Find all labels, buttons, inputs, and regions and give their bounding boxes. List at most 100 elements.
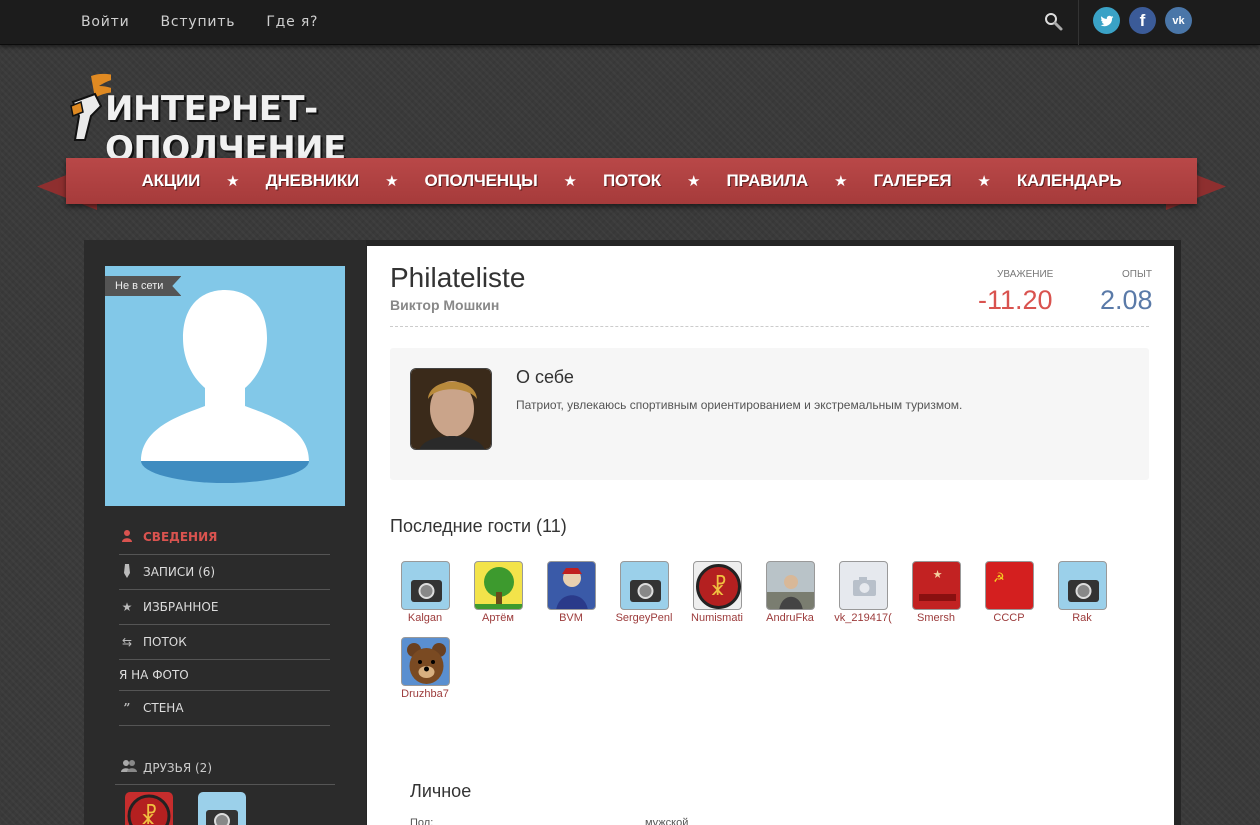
star-icon: ★ — [226, 173, 240, 190]
twitter-icon[interactable] — [1093, 7, 1120, 34]
nav-calendar[interactable]: КАЛЕНДАРЬ — [1017, 171, 1122, 191]
nav-members[interactable]: ОПОЛЧЕНЦЫ — [425, 171, 538, 191]
svg-text:★: ★ — [932, 569, 942, 581]
friends-icon — [121, 760, 137, 775]
friends-title[interactable]: ДРУЗЬЯ (2) — [121, 760, 212, 775]
star-icon: ★ — [686, 173, 701, 190]
logo-text: ИНТЕРНЕТ-ОПОЛЧЕНИЕ — [105, 89, 346, 169]
menu-wall-label: СТЕНА — [143, 701, 184, 715]
guest-avatar — [400, 637, 450, 686]
guest-avatar — [473, 561, 523, 610]
guest-item[interactable]: ☧ Numismati — [687, 561, 747, 624]
menu-info[interactable]: СВЕДЕНИЯ — [119, 520, 330, 555]
guest-item[interactable]: Rak — [1052, 561, 1112, 624]
menu-posts[interactable]: ЗАПИСИ (6) — [119, 555, 330, 590]
svg-text:☧: ☧ — [709, 574, 726, 601]
real-name: Виктор Мошкин — [390, 297, 500, 313]
menu-stream-label: ПОТОК — [143, 635, 187, 649]
menu-stream[interactable]: ⇆ ПОТОК — [119, 625, 330, 660]
profile-avatar[interactable]: Не в сети — [105, 266, 345, 506]
star-icon: ★ — [563, 173, 577, 190]
friend-avatar[interactable]: ☧ — [125, 792, 173, 825]
menu-favorites-label: ИЗБРАННОЕ — [143, 600, 219, 614]
friends-title-label: ДРУЗЬЯ (2) — [143, 760, 212, 775]
guest-item[interactable]: ★ Smersh — [906, 561, 966, 624]
guest-item[interactable]: Артём — [468, 561, 528, 624]
main-nav-ribbon: АКЦИИ ★ ДНЕВНИКИ ★ ОПОЛЧЕНЦЫ ★ ПОТОК ★ П… — [66, 158, 1197, 204]
guest-item[interactable]: Druzhba7 — [395, 637, 455, 700]
guest-item[interactable]: vk_219417( — [833, 561, 893, 624]
guest-avatar: ☭ — [984, 561, 1034, 610]
guest-name: Numismati — [691, 612, 743, 624]
guest-name: Druzhba7 — [401, 688, 449, 700]
site-logo[interactable]: ИНТЕРНЕТ-ОПОЛЧЕНИЕ — [65, 72, 555, 169]
star-icon: ★ — [385, 173, 399, 190]
respect-value: -11.20 — [978, 285, 1053, 315]
star-icon: ★ — [977, 173, 991, 190]
nav-stream[interactable]: ПОТОК — [603, 171, 661, 191]
facebook-icon[interactable]: f — [1129, 7, 1156, 34]
gender-label: Пол: — [410, 817, 434, 825]
guest-avatar — [838, 561, 888, 610]
experience-label: ОПЫТ — [1122, 269, 1152, 280]
register-link[interactable]: Вступить — [161, 14, 236, 30]
guest-name: Kalgan — [407, 612, 443, 624]
user-icon — [119, 529, 135, 545]
nav-diaries[interactable]: ДНЕВНИКИ — [266, 171, 360, 191]
where-am-i-link[interactable]: Где я? — [266, 14, 318, 30]
guests-title: Последние гости (11) — [390, 516, 567, 536]
guest-avatar — [1057, 561, 1107, 610]
menu-favorites[interactable]: ★ ИЗБРАННОЕ — [119, 590, 330, 625]
vk-icon[interactable]: vk — [1165, 7, 1192, 34]
gender-value: мужской — [645, 817, 689, 825]
guest-avatar — [765, 561, 815, 610]
top-bar: Войти Вступить Где я? f vk — [0, 0, 1260, 45]
guest-item[interactable]: AndruFka — [760, 561, 820, 624]
guest-item[interactable]: ☭ СССР — [979, 561, 1039, 624]
quote-icon: ” — [123, 701, 131, 715]
guest-name: vk_219417( — [834, 612, 892, 624]
divider — [115, 784, 335, 785]
retweet-icon: ⇆ — [121, 635, 133, 649]
menu-wall[interactable]: ” СТЕНА — [119, 691, 330, 726]
profile-menu: СВЕДЕНИЯ ЗАПИСИ (6) ★ ИЗБРАННОЕ ⇆ ПОТОК … — [119, 520, 330, 726]
about-photo[interactable] — [410, 368, 492, 450]
friend-avatar[interactable] — [198, 792, 246, 825]
menu-photos-of-me[interactable]: Я НА ФОТО — [119, 660, 330, 691]
pen-icon — [119, 563, 135, 581]
divider — [1078, 0, 1079, 45]
menu-posts-label: ЗАПИСИ (6) — [143, 565, 216, 579]
about-card: О себе Патриот, увлекаюсь спортивным ори… — [390, 348, 1149, 480]
guest-name: Smersh — [917, 612, 955, 624]
page-title: Philateliste — [390, 262, 526, 293]
about-text: Патриот, увлекаюсь спортивным ориентиров… — [516, 398, 963, 412]
guest-item[interactable]: SergeyPenl — [614, 561, 674, 624]
svg-text:☭: ☭ — [993, 571, 1005, 586]
guest-item[interactable]: BVM — [541, 561, 601, 624]
guest-name: Rak — [1072, 612, 1092, 624]
guest-name: BVM — [559, 612, 583, 624]
guest-name: Артём — [482, 612, 514, 624]
personal-title: Личное — [410, 781, 472, 801]
respect-label: УВАЖЕНИЕ — [997, 269, 1054, 280]
divider — [390, 326, 1149, 327]
star-icon: ★ — [834, 173, 848, 190]
guest-name: AndruFka — [766, 612, 814, 624]
nav-rules[interactable]: ПРАВИЛА — [726, 171, 808, 191]
guest-name: СССР — [993, 612, 1025, 624]
main-nav: АКЦИИ ★ ДНЕВНИКИ ★ ОПОЛЧЕНЦЫ ★ ПОТОК ★ П… — [66, 158, 1197, 204]
guest-avatar: ★ — [911, 561, 961, 610]
guest-item[interactable]: Kalgan — [395, 561, 455, 624]
nav-actions[interactable]: АКЦИИ — [142, 171, 201, 191]
search-icon[interactable] — [1043, 11, 1065, 33]
guest-avatar — [400, 561, 450, 610]
guest-name: SergeyPenl — [615, 612, 673, 624]
login-link[interactable]: Войти — [81, 14, 130, 30]
star-icon: ★ — [121, 600, 133, 614]
status-badge: Не в сети — [105, 276, 182, 296]
experience-value: 2.08 — [1100, 285, 1153, 315]
menu-info-label: СВЕДЕНИЯ — [143, 530, 218, 544]
menu-photos-label: Я НА ФОТО — [119, 668, 189, 682]
guest-avatar — [619, 561, 669, 610]
nav-gallery[interactable]: ГАЛЕРЕЯ — [874, 171, 952, 191]
